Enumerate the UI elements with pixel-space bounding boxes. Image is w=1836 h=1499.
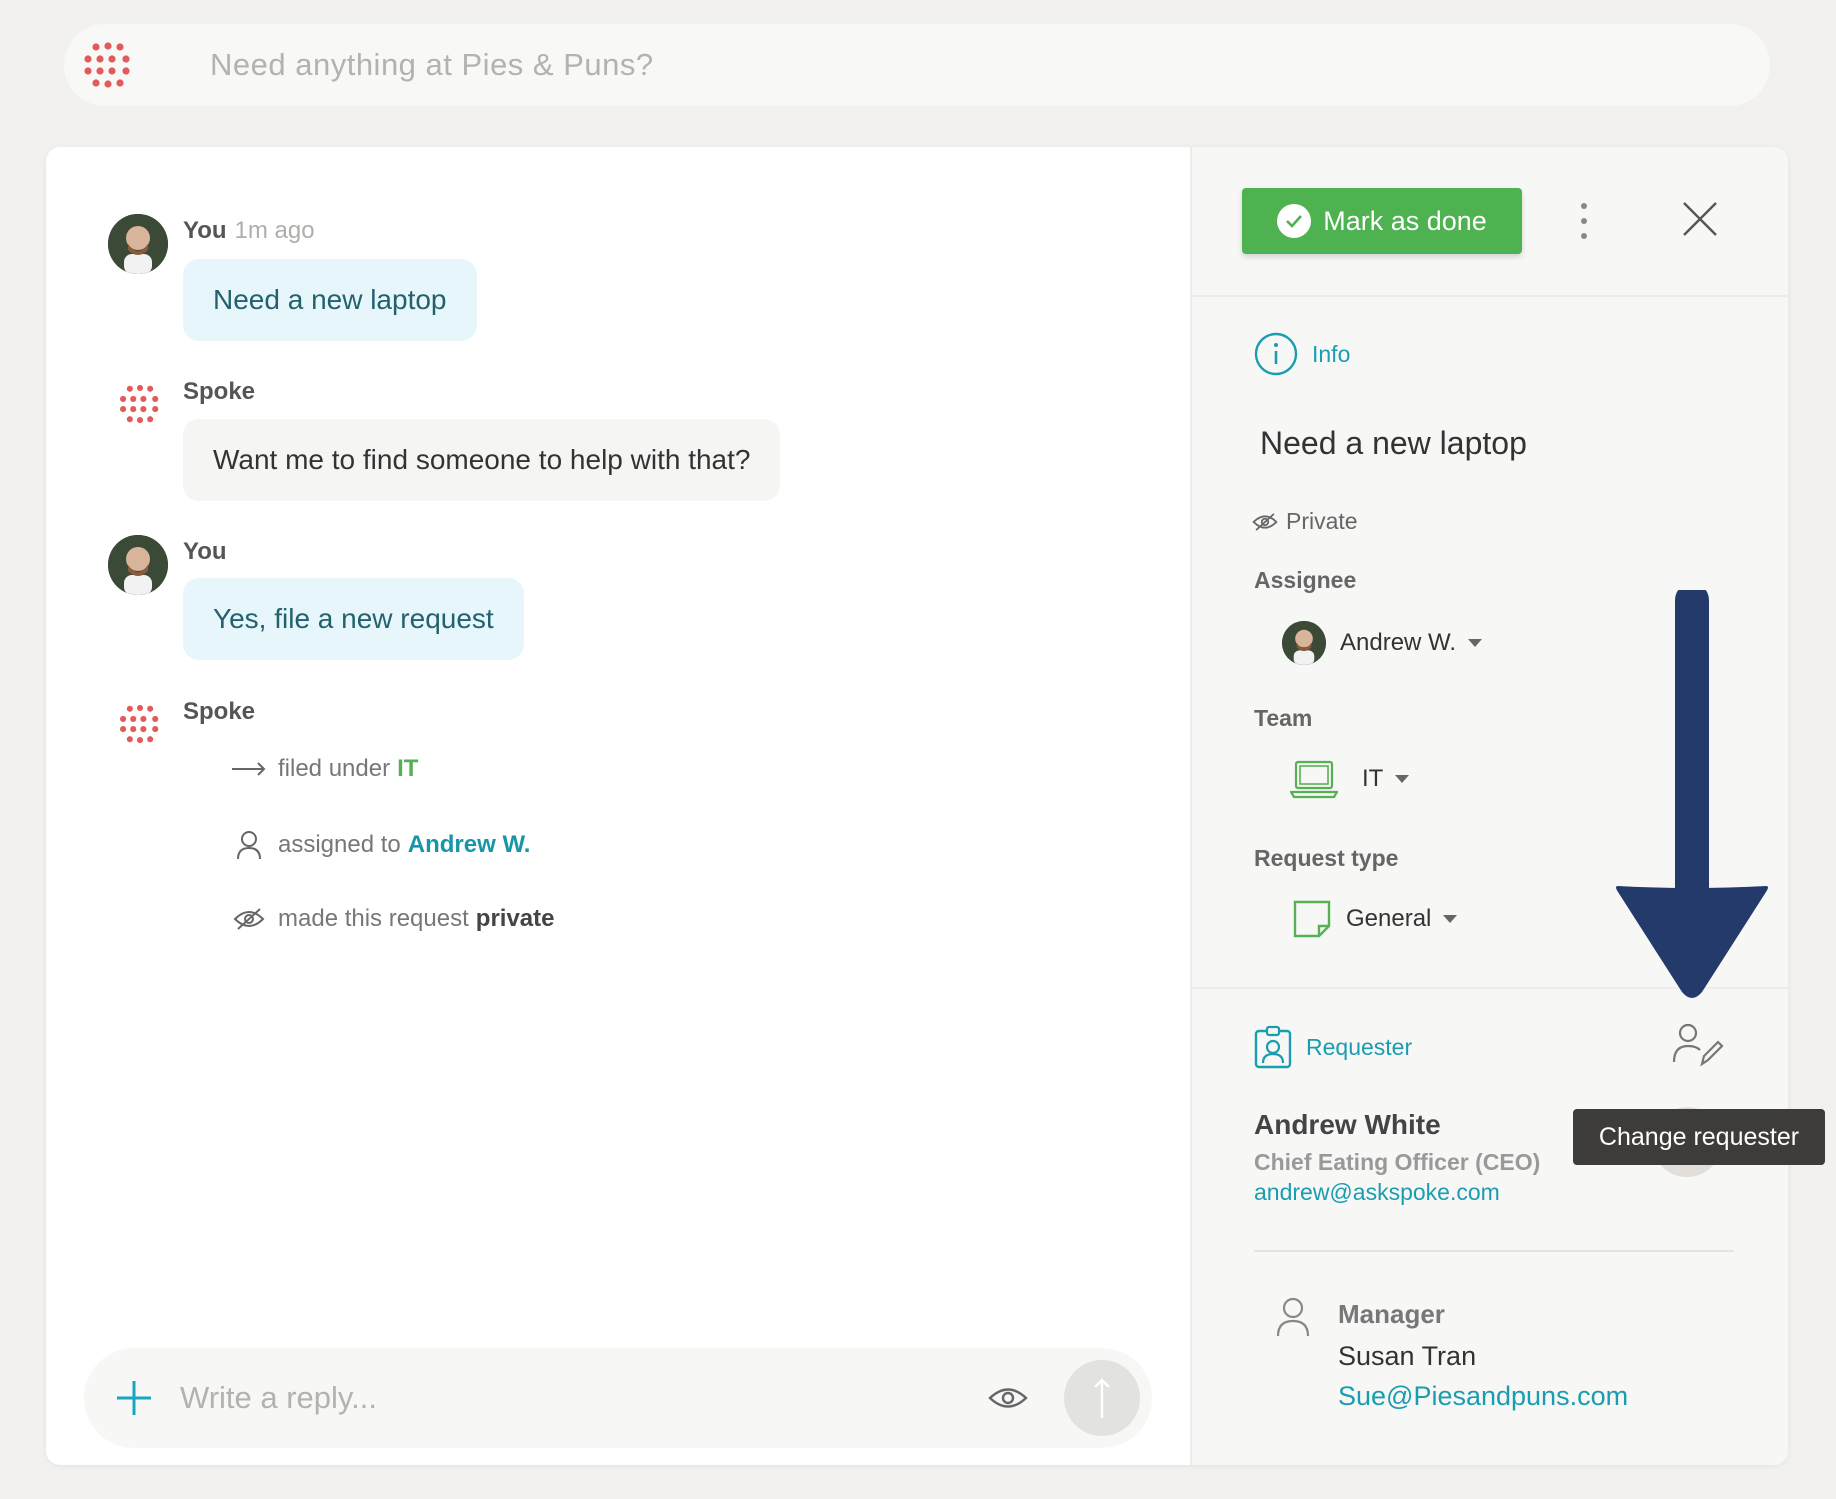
laptop-icon <box>1290 759 1338 799</box>
annotation-arrow-icon <box>1616 590 1768 998</box>
change-requester-tooltip: Change requester <box>1573 1109 1825 1165</box>
person-icon <box>232 830 266 860</box>
message-sender: You <box>183 538 227 565</box>
change-requester-button[interactable] <box>1672 1022 1724 1068</box>
plus-icon <box>117 1381 151 1415</box>
mark-as-done-button[interactable]: Mark as done <box>1242 188 1522 254</box>
add-attachment-button[interactable] <box>114 1378 154 1418</box>
requester-role: Chief Eating Officer (CEO) <box>1254 1149 1541 1175</box>
request-card: You 1m ago Need a new laptop Spoke Want m… <box>46 147 1788 1465</box>
assignee-avatar <box>1282 621 1326 665</box>
chevron-down-icon <box>1443 915 1458 923</box>
user-avatar <box>108 214 168 274</box>
visibility-toggle[interactable] <box>986 1376 1030 1420</box>
assignee-select[interactable]: Andrew W. <box>1282 621 1483 665</box>
message-sender: You 1m ago <box>183 217 315 244</box>
eye-off-icon <box>232 907 266 931</box>
request-type-select[interactable]: General <box>1292 899 1458 939</box>
user-avatar <box>108 535 168 595</box>
arrow-right-icon <box>232 762 266 776</box>
message-sender: Spoke <box>183 378 256 405</box>
send-button[interactable] <box>1064 1360 1140 1436</box>
assignee-label: Assignee <box>1254 567 1357 593</box>
request-type-label: Request type <box>1254 845 1399 871</box>
event-team-link[interactable]: IT <box>397 755 418 783</box>
event-assigned: assigned to Andrew W. <box>232 830 530 860</box>
chat-thread: You 1m ago Need a new laptop Spoke Want m… <box>46 147 1190 1465</box>
person-icon <box>1276 1297 1310 1342</box>
info-icon <box>1254 332 1298 376</box>
request-title[interactable]: Need a new laptop <box>1260 425 1527 462</box>
spoke-logo-icon <box>82 41 134 89</box>
requester-email-link[interactable]: andrew@askspoke.com <box>1254 1179 1500 1206</box>
message-bubble-user: Yes, file a new request <box>183 578 524 660</box>
team-select[interactable]: IT <box>1290 759 1410 799</box>
event-filed: filed under IT <box>232 755 418 783</box>
info-section-header: Info <box>1254 332 1350 376</box>
reply-input[interactable]: Write a reply... <box>180 1380 986 1416</box>
eye-off-icon <box>1252 512 1278 532</box>
close-icon <box>1683 202 1717 236</box>
manager-email-link[interactable]: Sue@Piesandpuns.com <box>1338 1381 1628 1412</box>
search-input[interactable]: Need anything at Pies & Puns? <box>210 47 654 83</box>
message-sender: Spoke <box>183 698 256 725</box>
privacy-status[interactable]: Private <box>1252 508 1358 535</box>
team-label: Team <box>1254 705 1313 731</box>
chevron-down-icon <box>1395 775 1410 783</box>
message-bubble-user: Need a new laptop <box>183 259 477 341</box>
person-edit-icon <box>1672 1023 1724 1067</box>
message-time: 1m ago <box>234 217 315 244</box>
manager-name: Susan Tran <box>1338 1341 1477 1371</box>
eye-icon <box>988 1388 1028 1408</box>
note-icon <box>1292 899 1332 939</box>
event-private: made this request private <box>232 905 554 933</box>
message-bubble-bot: Want me to find someone to help with tha… <box>183 419 781 501</box>
divider <box>1254 1250 1734 1252</box>
spoke-avatar-icon <box>118 703 162 750</box>
requester-name: Andrew White <box>1254 1109 1441 1140</box>
more-options-button[interactable] <box>1572 203 1596 239</box>
event-assignee-link[interactable]: Andrew W. <box>408 831 531 859</box>
id-badge-icon <box>1254 1025 1292 1069</box>
close-button[interactable] <box>1680 199 1720 239</box>
spoke-avatar-icon <box>118 383 162 430</box>
check-icon <box>1277 204 1312 238</box>
arrow-up-icon <box>1094 1378 1110 1418</box>
requester-section-header: Requester <box>1254 1025 1412 1069</box>
panel-toolbar: Mark as done <box>1192 147 1788 297</box>
manager-label: Manager <box>1338 1299 1445 1329</box>
chevron-down-icon <box>1468 639 1483 647</box>
reply-box: Write a reply... <box>84 1348 1152 1448</box>
search-bar[interactable]: Need anything at Pies & Puns? <box>64 24 1770 106</box>
